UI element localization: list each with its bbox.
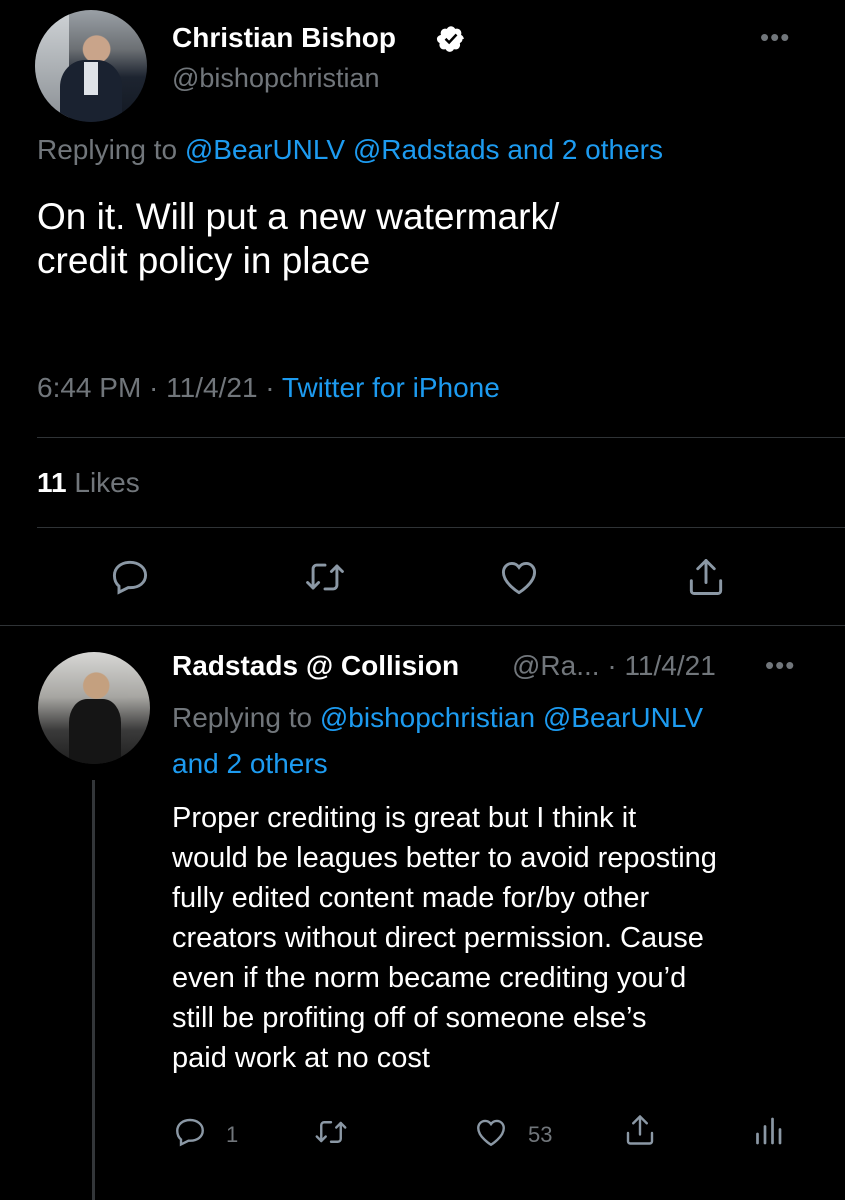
retweet-icon[interactable] (313, 1114, 349, 1150)
reply-count: 1 (226, 1122, 239, 1147)
thread-line (92, 780, 95, 1200)
replying-prefix: Replying to (172, 702, 313, 733)
likes-count: 11 (37, 467, 67, 498)
retweet-icon[interactable] (303, 555, 347, 599)
replying-to: Replying to @BearUNLV @Radstads and 2 ot… (37, 134, 663, 166)
tweet-meta: 6:44 PM · 11/4/21 · Twitter for iPhone (37, 372, 500, 404)
tweet-text: On it. Will put a new watermark/ credit … (37, 195, 797, 283)
reply-text-line: creators without direct permission. Caus… (172, 922, 704, 954)
likes-label: Likes (66, 467, 140, 498)
reply-text-line: would be leagues better to avoid reposti… (172, 842, 717, 874)
more-options-icon[interactable]: ••• (760, 22, 790, 53)
tweet-text-line: credit policy in place (37, 240, 371, 281)
more-options-icon[interactable]: ••• (765, 650, 795, 681)
reply-icon[interactable] (108, 555, 152, 599)
tweet-date[interactable]: 11/4/21 (166, 372, 257, 403)
reply-text-line: Proper crediting is great but I think it (172, 802, 637, 834)
tweet-time[interactable]: 6:44 PM (37, 372, 141, 403)
avatar[interactable] (38, 652, 150, 764)
likes-stat[interactable]: 11 Likes (37, 467, 140, 499)
reply-text-line: paid work at no cost (172, 1042, 430, 1074)
analytics-icon[interactable] (750, 1112, 786, 1150)
handle[interactable]: @bishopchristian (172, 63, 380, 94)
divider (37, 437, 845, 438)
avatar[interactable] (35, 10, 147, 122)
reply-text-line: fully edited content made for/by other (172, 882, 650, 914)
display-name[interactable]: Radstads @ Collision (172, 650, 459, 682)
replying-prefix: Replying to (37, 134, 178, 165)
tweet-source[interactable]: Twitter for iPhone (282, 372, 500, 403)
replying-to-links[interactable]: @bishopchristian @BearUNLV (320, 702, 703, 733)
handle-date[interactable]: @Ra... · 11/4/21 (512, 650, 716, 682)
replying-to: Replying to @bishopchristian @BearUNLV a… (172, 695, 812, 787)
display-name[interactable]: Christian Bishop (172, 22, 396, 54)
share-icon[interactable] (622, 1112, 658, 1148)
reply-text-line: even if the norm became crediting you’d (172, 962, 687, 994)
reply-text-line: still be profiting off of someone else’s (172, 1002, 647, 1034)
reply-icon[interactable] (172, 1114, 208, 1150)
divider (37, 527, 845, 528)
replying-to-links[interactable]: @BearUNLV @Radstads and 2 others (185, 134, 663, 165)
replying-to-others[interactable]: and 2 others (172, 748, 328, 779)
reply-text: Proper crediting is great but I think it… (172, 798, 832, 1078)
share-icon[interactable] (684, 555, 728, 599)
like-icon[interactable] (497, 555, 541, 599)
like-icon[interactable] (473, 1114, 509, 1150)
like-count: 53 (528, 1122, 553, 1147)
tweet-text-line: On it. Will put a new watermark/ (37, 196, 560, 237)
meta-separator: · (257, 372, 282, 403)
tweet-separator (0, 625, 845, 626)
meta-separator: · (141, 372, 167, 403)
verified-badge-icon (436, 24, 466, 54)
